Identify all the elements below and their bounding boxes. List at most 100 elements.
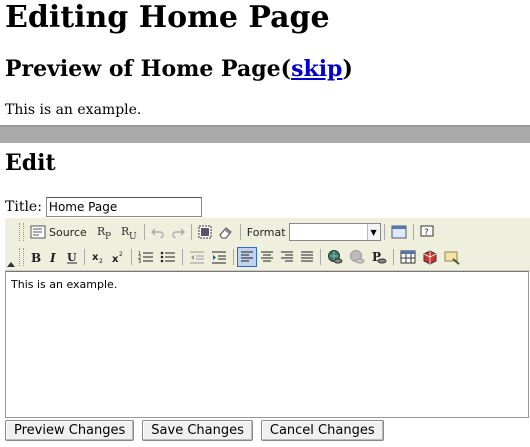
- toolbar-separator: [320, 249, 321, 265]
- toolbar-separator: [393, 249, 394, 265]
- redo-icon: [172, 228, 185, 238]
- toolbar-separator: [84, 249, 85, 265]
- save-changes-button[interactable]: Save Changes: [142, 420, 253, 441]
- anchor-button[interactable]: P: [368, 247, 390, 267]
- source-button[interactable]: Source: [27, 222, 93, 242]
- underline-button[interactable]: U: [63, 247, 81, 267]
- toolbar-separator: [190, 224, 192, 240]
- svg-text:U: U: [67, 251, 77, 264]
- title-input[interactable]: [45, 197, 202, 217]
- image-icon: [423, 250, 437, 265]
- align-center-icon: [261, 251, 273, 262]
- insert-link-button[interactable]: [324, 247, 346, 267]
- title-label: Title:: [5, 199, 42, 215]
- link-icon: [328, 250, 343, 264]
- svg-text:x: x: [92, 252, 99, 263]
- page-title: Editing Home Page: [5, 0, 330, 35]
- undo-button[interactable]: [148, 222, 168, 242]
- maximize-button[interactable]: [388, 222, 410, 242]
- special-icon: [444, 251, 460, 265]
- toolbar-row-2: B I U x2 x2 123 P: [19, 245, 463, 269]
- align-justify-button[interactable]: [297, 247, 317, 267]
- svg-text:U: U: [129, 232, 137, 240]
- toolbar-separator: [182, 249, 183, 265]
- toolbar-separator: [383, 224, 385, 240]
- table-icon: [400, 250, 416, 264]
- preview-changes-button[interactable]: Preview Changes: [5, 420, 135, 441]
- eraser-icon: [219, 227, 232, 239]
- cancel-changes-button[interactable]: Cancel Changes: [260, 420, 384, 441]
- superscript-button[interactable]: x2: [108, 247, 128, 267]
- align-center-button[interactable]: [257, 247, 277, 267]
- outdent-icon: [190, 251, 204, 264]
- toolbar-row-1: Source RP RU Format ▼ ?: [19, 220, 437, 244]
- italic-button[interactable]: I: [45, 247, 63, 267]
- format-label: Format: [246, 225, 286, 239]
- toolbar-grip[interactable]: [19, 223, 24, 241]
- toolbar-separator: [239, 224, 241, 240]
- superscript-icon: x2: [112, 251, 123, 264]
- outdent-button[interactable]: [186, 247, 208, 267]
- bulleted-list-icon: [160, 251, 175, 263]
- svg-text:?: ?: [424, 228, 429, 238]
- toolbar-separator: [412, 224, 414, 240]
- redo-button[interactable]: [168, 222, 188, 242]
- subscript-icon: x2: [92, 252, 103, 264]
- anchor-icon: P: [372, 250, 387, 264]
- svg-text:B: B: [31, 251, 41, 264]
- subscript-button[interactable]: x2: [88, 247, 108, 267]
- toolbar-separator: [233, 249, 234, 265]
- preview-heading: Preview of Home Page(skip): [5, 54, 353, 84]
- indent-button[interactable]: [208, 247, 230, 267]
- divider: [0, 125, 530, 143]
- paste-plain-button[interactable]: RP: [93, 222, 117, 242]
- editor-content-area[interactable]: This is an example.: [5, 271, 529, 418]
- svg-text:3: 3: [138, 259, 141, 264]
- help-icon: ?: [420, 225, 434, 238]
- title-row: Title:: [5, 197, 202, 217]
- align-left-icon: [241, 251, 253, 262]
- help-button[interactable]: ?: [417, 222, 437, 242]
- unlink-icon: [350, 250, 365, 264]
- source-icon: [30, 225, 46, 239]
- bulleted-list-button[interactable]: [157, 247, 179, 267]
- maximize-icon: [391, 225, 407, 239]
- insert-table-button[interactable]: [397, 247, 419, 267]
- format-select[interactable]: ▼: [288, 223, 381, 241]
- remove-format-button[interactable]: [215, 222, 237, 242]
- preview-body: This is an example.: [5, 102, 142, 118]
- bold-icon: B: [31, 251, 41, 264]
- svg-text:I: I: [49, 251, 56, 264]
- form-actions: Preview Changes Save Changes Cancel Chan…: [5, 420, 384, 441]
- rich-text-editor: Source RP RU Format ▼ ? B I U x 2 x 2 1 …: [5, 218, 530, 418]
- svg-text:x: x: [112, 254, 119, 264]
- align-right-button[interactable]: [277, 247, 297, 267]
- undo-icon: [150, 228, 164, 238]
- editor-content-text[interactable]: This is an example.: [6, 272, 528, 297]
- insert-special-button[interactable]: [441, 247, 463, 267]
- select-all-button[interactable]: [195, 222, 215, 242]
- skip-link[interactable]: skip: [291, 56, 342, 82]
- chevron-down-icon[interactable]: ▼: [366, 224, 380, 240]
- paste-word-button[interactable]: RU: [117, 222, 141, 242]
- source-label: Source: [49, 225, 87, 239]
- remove-link-button[interactable]: [346, 247, 368, 267]
- svg-text:P: P: [105, 232, 111, 240]
- edit-heading: Edit: [5, 150, 56, 176]
- insert-image-button[interactable]: [419, 247, 441, 267]
- svg-text:2: 2: [119, 251, 123, 258]
- preview-heading-text: Preview of Home Page(: [5, 56, 292, 82]
- underline-icon: U: [67, 251, 77, 264]
- numbered-list-icon: 123: [138, 251, 153, 264]
- toolbar-separator: [143, 224, 145, 240]
- toolbar-collapse-icon[interactable]: [7, 262, 15, 267]
- align-justify-icon: [301, 251, 313, 262]
- toolbar-grip[interactable]: [19, 248, 24, 266]
- numbered-list-button[interactable]: 123: [135, 247, 157, 267]
- paste-word-icon: RU: [121, 225, 137, 240]
- italic-icon: I: [49, 251, 56, 264]
- bold-button[interactable]: B: [27, 247, 45, 267]
- preview-heading-end: ): [342, 56, 353, 82]
- align-right-icon: [281, 251, 293, 262]
- align-left-button[interactable]: [237, 247, 257, 267]
